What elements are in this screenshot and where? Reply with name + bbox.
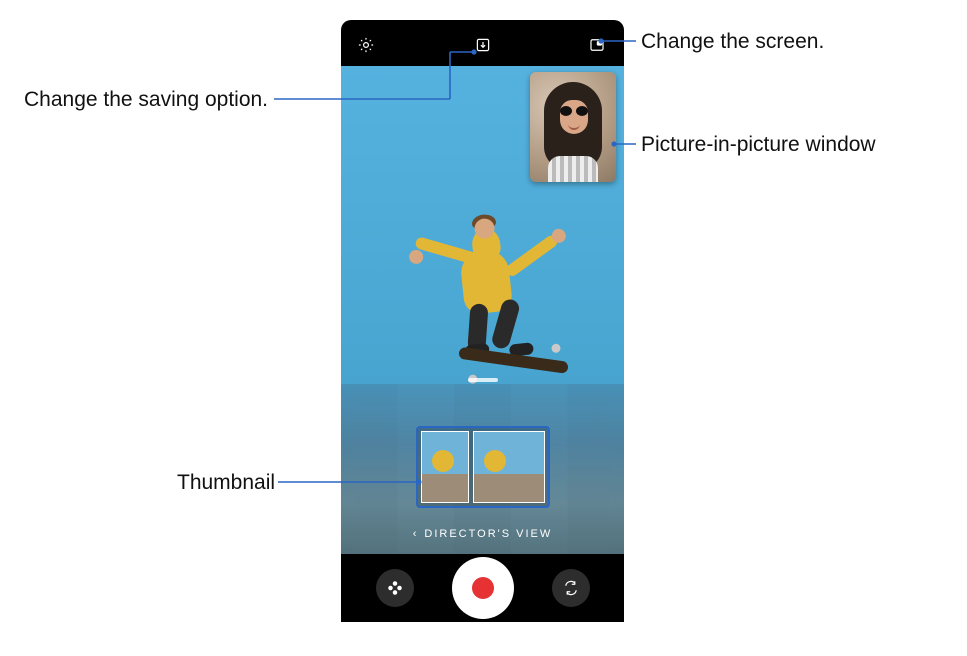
effects-button[interactable] <box>376 569 414 607</box>
lens-thumbnail[interactable] <box>421 431 469 503</box>
record-button[interactable] <box>452 557 514 619</box>
lens-thumbnail-selector[interactable] <box>416 426 550 508</box>
phone-frame: ‹ DIRECTOR'S VIEW <box>341 20 624 622</box>
pip-window[interactable] <box>530 72 616 182</box>
callout-label-thumb: Thumbnail <box>177 471 275 495</box>
switch-camera-button[interactable] <box>552 569 590 607</box>
lens-thumbnail[interactable] <box>473 431 545 503</box>
camera-viewfinder: ‹ DIRECTOR'S VIEW <box>341 66 624 554</box>
callout-label-screen: Change the screen. <box>641 30 824 54</box>
record-dot-icon <box>472 577 494 599</box>
gear-icon[interactable] <box>355 34 377 56</box>
camera-bottom-bar <box>341 554 624 622</box>
camera-mode-label: DIRECTOR'S VIEW <box>424 528 552 540</box>
camera-mode-row[interactable]: ‹ DIRECTOR'S VIEW <box>341 528 624 540</box>
camera-top-bar <box>341 32 624 58</box>
thumbnail-tray-handle[interactable] <box>468 378 498 382</box>
chevron-left-icon: ‹ <box>413 528 419 540</box>
callout-label-saving: Change the saving option. <box>24 88 268 112</box>
callout-label-pip: Picture-in-picture window <box>641 133 876 157</box>
pip-layout-icon[interactable] <box>586 34 608 56</box>
download-in-box-icon[interactable] <box>472 34 494 56</box>
